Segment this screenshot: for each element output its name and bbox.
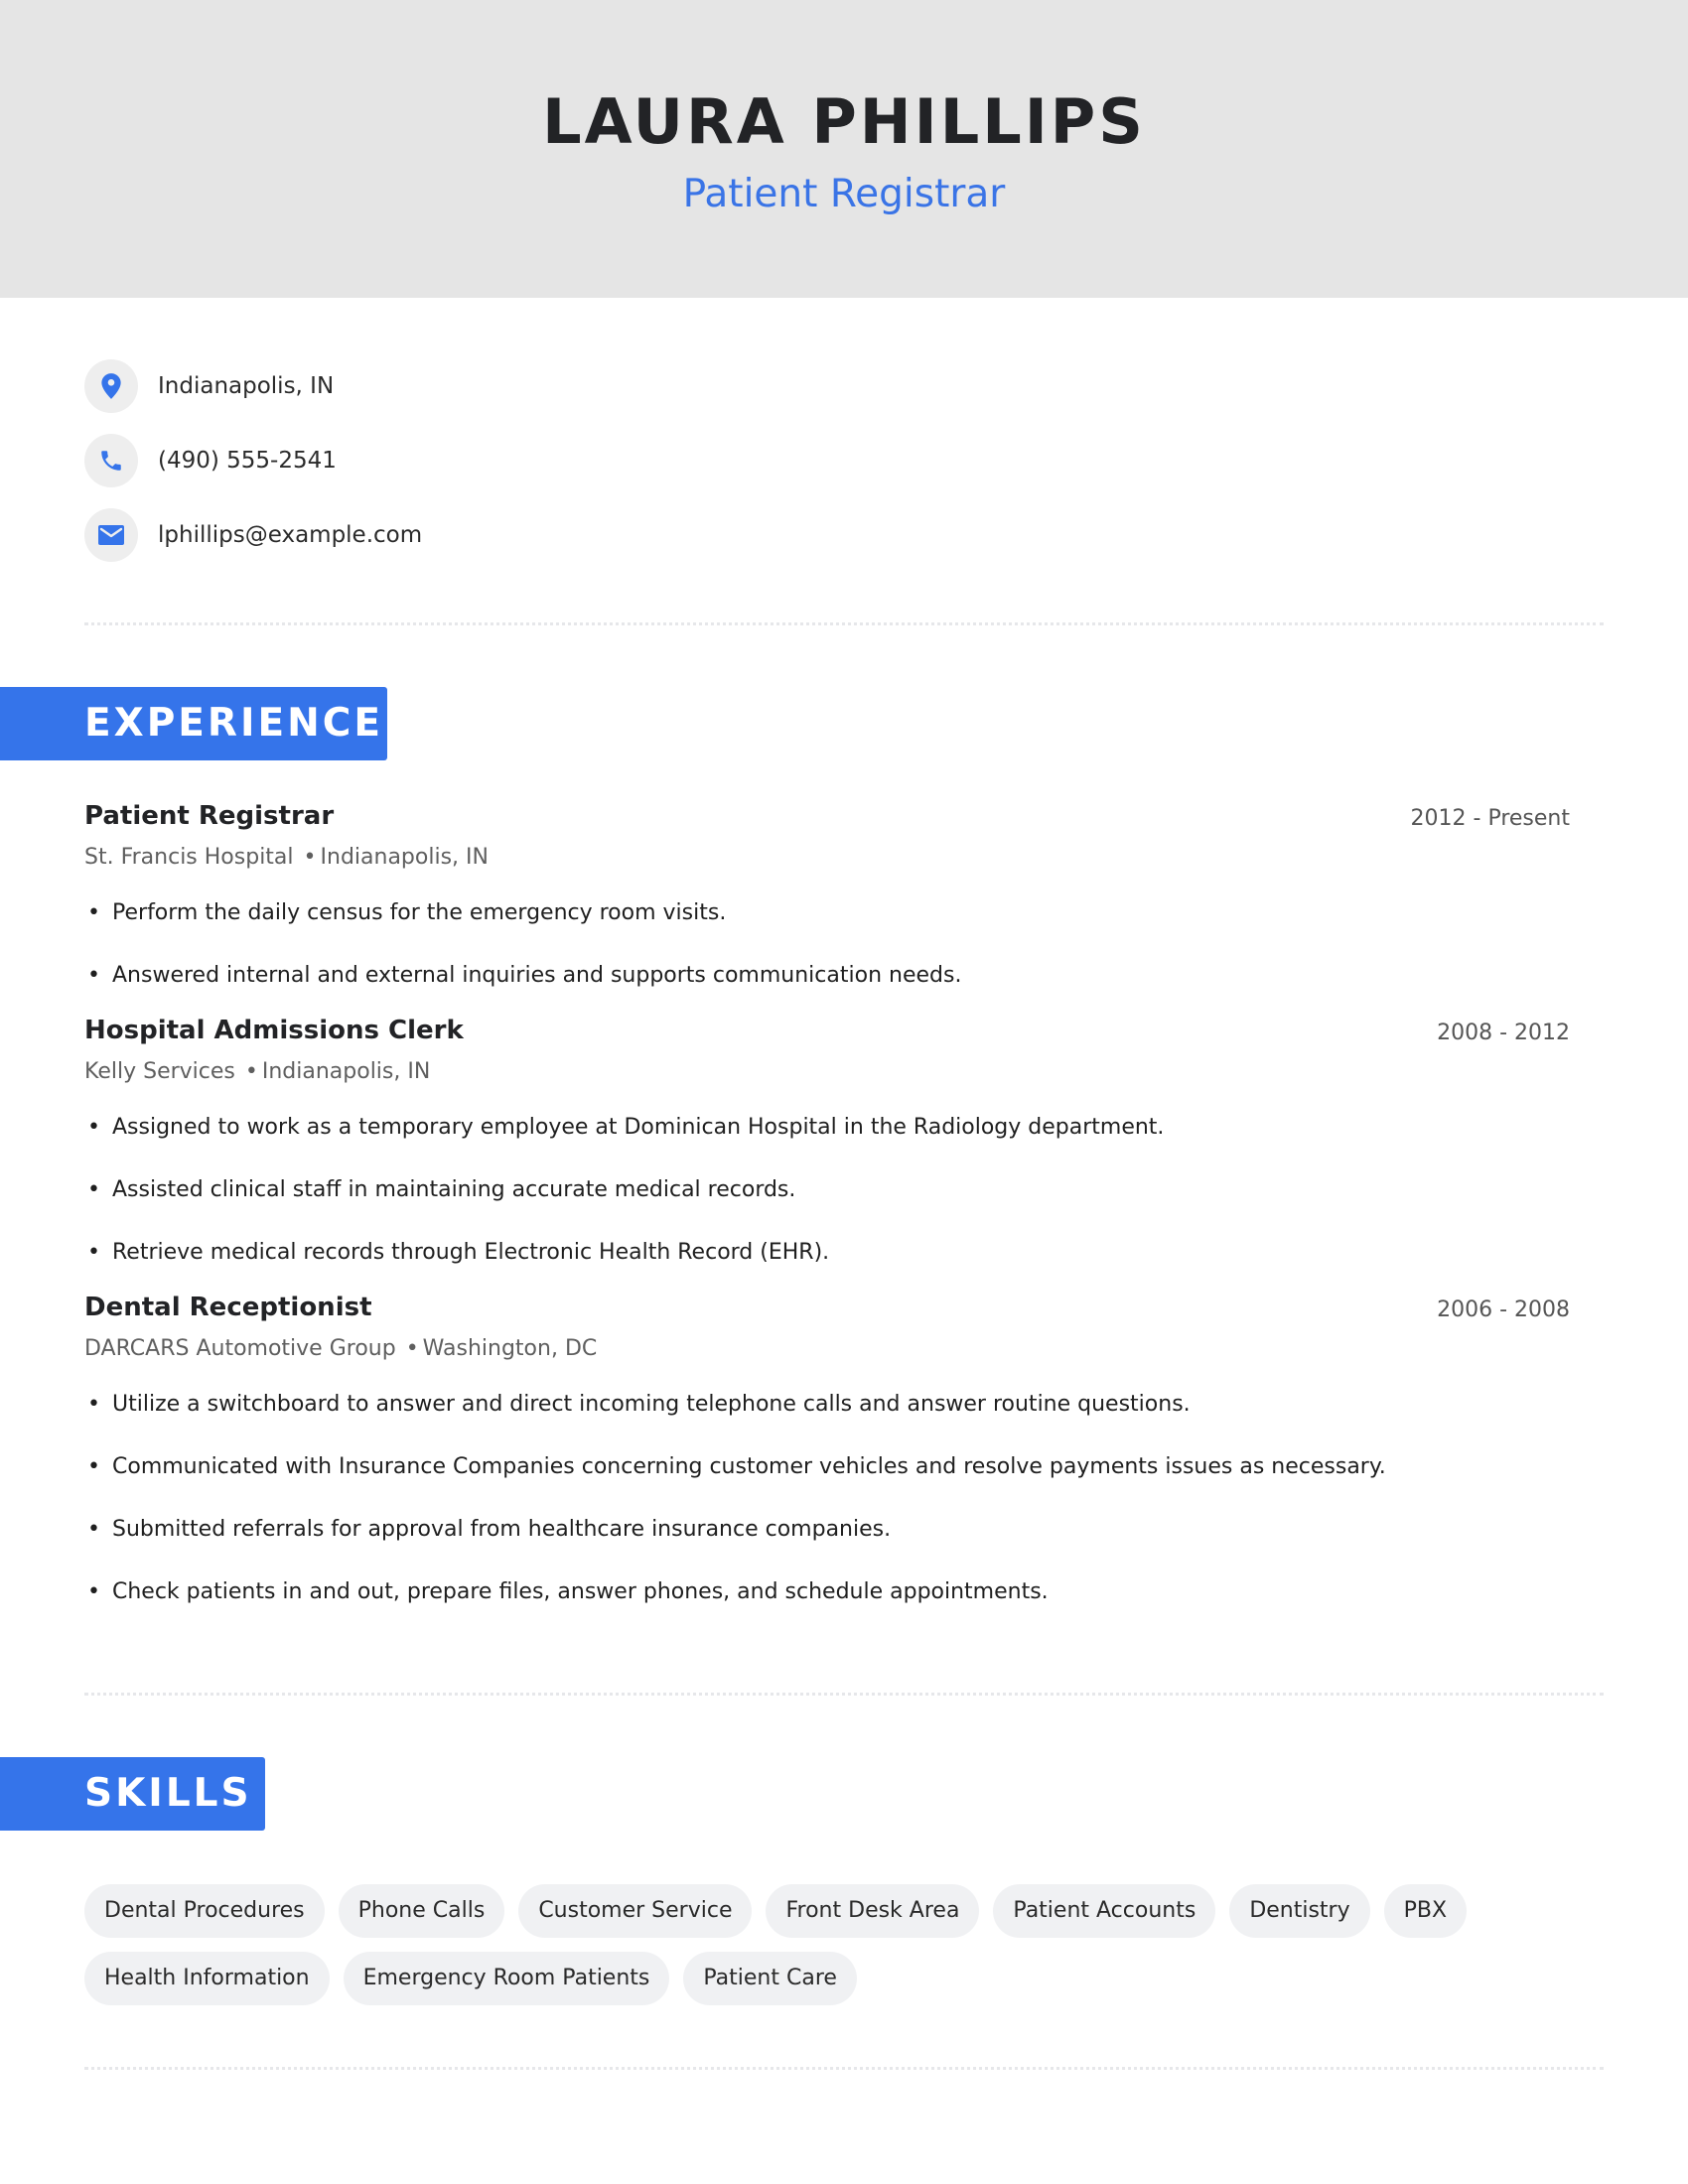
map-pin-icon xyxy=(84,359,138,413)
skill-chip: Dental Procedures xyxy=(84,1884,325,1938)
skills-heading: SKILLS xyxy=(84,1771,252,1816)
bullet-icon: • xyxy=(87,1115,100,1140)
job-company-line: Kelly Services • Indianapolis, IN xyxy=(84,1057,430,1087)
skill-chip: Front Desk Area xyxy=(766,1884,980,1938)
bullet-icon: • xyxy=(87,1240,100,1265)
contact-phone-text: (490) 555-2541 xyxy=(158,448,337,474)
bullet-icon: • xyxy=(87,1454,100,1479)
job-company-line: DARCARS Automotive Group • Washington, DC xyxy=(84,1334,597,1364)
skill-chip: Phone Calls xyxy=(338,1884,505,1938)
skill-chip: Dentistry xyxy=(1229,1884,1370,1938)
list-item-text: Assisted clinical staff in maintaining a… xyxy=(112,1177,796,1202)
skill-chip: Patient Care xyxy=(683,1952,857,2005)
bullet-icon: • xyxy=(87,963,100,988)
list-item: • Submitted referrals for approval from h… xyxy=(84,1515,891,1545)
list-item-text: Communicated with Insurance Companies co… xyxy=(112,1454,1386,1479)
job-location: Indianapolis, IN xyxy=(320,845,489,870)
section-divider xyxy=(84,1693,1604,1696)
resume-header: LAURA PHILLIPS Patient Registrar xyxy=(0,0,1688,298)
list-item: • Retrieve medical records through Electr… xyxy=(84,1238,829,1268)
list-item-text: Check patients in and out, prepare files… xyxy=(112,1579,1049,1604)
list-item-text: Retrieve medical records through Electro… xyxy=(112,1240,830,1265)
skill-chip: PBX xyxy=(1383,1884,1468,1938)
bullet-icon: • xyxy=(87,1177,100,1202)
job-company: DARCARS Automotive Group xyxy=(84,1336,396,1361)
job-dates: 2006 - 2008 xyxy=(1437,1297,1570,1322)
list-item: • Check patients in and out, prepare file… xyxy=(84,1577,1049,1607)
job-title: Hospital Admissions Clerk xyxy=(84,1016,464,1045)
job-company: Kelly Services xyxy=(84,1059,235,1084)
job-title: Patient Registrar xyxy=(84,801,335,831)
job-location: Washington, DC xyxy=(422,1336,598,1361)
candidate-name: LAURA PHILLIPS xyxy=(542,85,1146,158)
contact-email: lphillips@example.com xyxy=(84,508,422,562)
skill-chip: Health Information xyxy=(84,1952,330,2005)
list-item: • Communicated with Insurance Companies c… xyxy=(84,1452,1386,1482)
experience-heading: EXPERIENCE xyxy=(84,701,384,746)
list-item-text: Answered internal and external inquiries… xyxy=(112,963,962,988)
bullet-icon: • xyxy=(87,1392,100,1417)
list-item: • Answered internal and external inquirie… xyxy=(84,961,961,991)
job-company-line: St. Francis Hospital • Indianapolis, IN xyxy=(84,843,489,873)
list-item-text: Submitted referrals for approval from he… xyxy=(112,1517,892,1542)
contact-location-text: Indianapolis, IN xyxy=(158,373,335,399)
list-item-text: Utilize a switchboard to answer and dire… xyxy=(112,1392,1191,1417)
list-item: • Assigned to work as a temporary employe… xyxy=(84,1113,1164,1143)
contact-email-link[interactable]: lphillips@example.com xyxy=(158,522,422,548)
section-divider xyxy=(84,622,1604,625)
experience-heading-bar: EXPERIENCE xyxy=(0,687,387,760)
list-item-text: Perform the daily census for the emergen… xyxy=(112,900,727,925)
job-dates: 2008 - 2012 xyxy=(1437,1021,1570,1045)
skill-chip: Customer Service xyxy=(518,1884,753,1938)
bullet-icon: • xyxy=(87,1579,100,1604)
skill-chip: Patient Accounts xyxy=(993,1884,1216,1938)
candidate-title: Patient Registrar xyxy=(682,172,1006,216)
skill-chip: Emergency Room Patients xyxy=(343,1952,670,2005)
section-divider xyxy=(84,2067,1604,2070)
list-item-text: Assigned to work as a temporary employee… xyxy=(112,1115,1165,1140)
bullet-icon: • xyxy=(87,900,100,925)
job-title: Dental Receptionist xyxy=(84,1293,372,1322)
phone-icon xyxy=(84,434,138,487)
bullet-icon: • xyxy=(87,1517,100,1542)
separator-dot: • xyxy=(405,1336,419,1361)
job-company: St. Francis Hospital xyxy=(84,845,294,870)
job-location: Indianapolis, IN xyxy=(261,1059,431,1084)
skills-heading-bar: SKILLS xyxy=(0,1757,265,1831)
list-item: • Assisted clinical staff in maintaining … xyxy=(84,1175,795,1205)
separator-dot: • xyxy=(303,845,317,870)
contact-location: Indianapolis, IN xyxy=(84,359,334,413)
list-item: • Perform the daily census for the emerge… xyxy=(84,898,726,928)
skills-list: Dental Procedures Phone Calls Customer S… xyxy=(84,1884,1614,2005)
job-dates: 2012 - Present xyxy=(1410,806,1570,831)
list-item: • Utilize a switchboard to answer and dir… xyxy=(84,1390,1191,1420)
mail-icon xyxy=(84,508,138,562)
separator-dot: • xyxy=(244,1059,258,1084)
contact-phone: (490) 555-2541 xyxy=(84,434,337,487)
